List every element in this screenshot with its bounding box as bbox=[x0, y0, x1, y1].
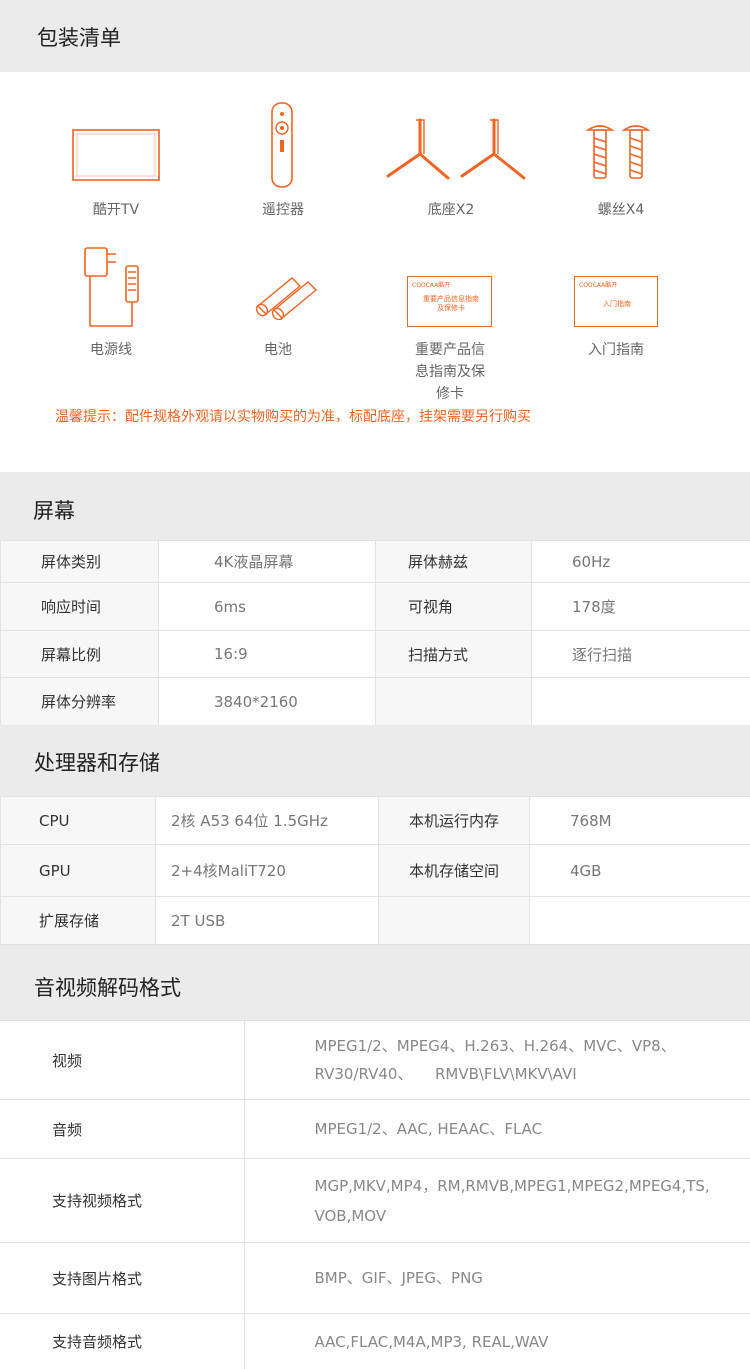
tv-item bbox=[41, 120, 191, 184]
table-row: 视频 MPEG1/2、MPEG4、H.263、H.264、MVC、VP8、 RV… bbox=[0, 1020, 750, 1100]
spec-value: 3840*2160 bbox=[158, 677, 376, 726]
av-key: 支持图片格式 bbox=[0, 1242, 245, 1314]
av-section-title: 音视频解码格式 bbox=[34, 976, 181, 1000]
battery-icon bbox=[255, 277, 318, 320]
spec-key: GPU bbox=[0, 844, 156, 897]
spec-value: 4GB bbox=[529, 844, 750, 897]
info-card: COOCAA酷开 重要产品信息指南及保修卡 bbox=[407, 276, 492, 327]
package-section-title: 包装清单 bbox=[37, 26, 121, 50]
table-row: 屏幕比例 16:9 扫描方式 逐行扫描 bbox=[0, 630, 750, 678]
screen-section-header: 屏幕 bbox=[0, 472, 750, 540]
spec-key: 扩展存储 bbox=[0, 896, 156, 945]
power-cord-item bbox=[40, 244, 190, 332]
spec-value: 4K液晶屏幕 bbox=[158, 540, 376, 583]
spec-key: 可视角 bbox=[375, 582, 532, 631]
spec-value: 2T USB bbox=[155, 896, 379, 945]
spec-key: CPU bbox=[0, 796, 156, 845]
info-card-label: 重要产品信息指南及保修卡 bbox=[415, 342, 485, 402]
table-row: 响应时间 6ms 可视角 178度 bbox=[0, 582, 750, 631]
av-value-line: MPEG1/2、MPEG4、H.263、H.264、MVC、VP8、 bbox=[314, 1037, 676, 1055]
av-value-line: RV30/RV40、 RMVB\FLV\MKV\AVI bbox=[314, 1065, 577, 1083]
table-row: 支持图片格式 BMP、GIF、JPEG、PNG bbox=[0, 1242, 750, 1314]
processor-section-header: 处理器和存储 bbox=[0, 725, 750, 796]
battery-label: 电池 bbox=[264, 342, 292, 358]
av-key: 支持视频格式 bbox=[0, 1158, 245, 1243]
tv-label: 酷开TV bbox=[92, 202, 140, 218]
av-value-line: AAC,FLAC,M4A,MP3, REAL,WAV bbox=[314, 1332, 549, 1351]
spec-value: 16:9 bbox=[158, 630, 376, 678]
package-section-header: 包装清单 bbox=[0, 0, 750, 72]
table-row: 支持音频格式 AAC,FLAC,M4A,MP3, REAL,WAV bbox=[0, 1313, 750, 1369]
remote-label: 遥控器 bbox=[262, 202, 304, 218]
spec-value: 768M bbox=[529, 796, 750, 845]
av-value: MGP,MKV,MP4，RM,RMVB,MPEG1,MPEG2,MPEG4,TS… bbox=[244, 1158, 750, 1243]
spec-value: 60Hz bbox=[531, 540, 750, 583]
av-value-line: BMP、GIF、JPEG、PNG bbox=[314, 1269, 483, 1287]
spec-key: 屏体分辨率 bbox=[0, 677, 159, 726]
info-card-brand: COOCAA酷开 bbox=[412, 282, 451, 289]
stand-item bbox=[382, 116, 532, 186]
av-value: BMP、GIF、JPEG、PNG bbox=[244, 1242, 750, 1314]
spec-value: 6ms bbox=[158, 582, 376, 631]
spec-value: 2核 A53 64位 1.5GHz bbox=[155, 796, 379, 845]
spec-key bbox=[375, 677, 532, 726]
processor-spec-table: CPU 2核 A53 64位 1.5GHz 本机运行内存 768M GPU 2+… bbox=[0, 796, 750, 945]
av-value-line: MGP,MKV,MP4，RM,RMVB,MPEG1,MPEG2,MPEG4,TS… bbox=[314, 1176, 710, 1195]
av-value-line: MPEG1/2、AAC, HEAAC、FLAC bbox=[314, 1120, 543, 1138]
table-row: CPU 2核 A53 64位 1.5GHz 本机运行内存 768M bbox=[0, 796, 750, 845]
spec-key: 屏体类别 bbox=[0, 540, 159, 583]
av-value-line: VOB,MOV bbox=[314, 1206, 387, 1225]
table-row: 扩展存储 2T USB bbox=[0, 896, 750, 945]
av-value: MPEG1/2、AAC, HEAAC、FLAC bbox=[244, 1099, 750, 1159]
table-row: 屏体类别 4K液晶屏幕 屏体赫兹 60Hz bbox=[0, 540, 750, 583]
spec-value bbox=[529, 896, 750, 945]
screen-spec-table: 屏体类别 4K液晶屏幕 屏体赫兹 60Hz 响应时间 6ms 可视角 178度 … bbox=[0, 540, 750, 726]
info-card-text: 重要产品信息指南及保修卡 bbox=[423, 295, 479, 312]
table-row: 支持视频格式 MGP,MKV,MP4，RM,RMVB,MPEG1,MPEG2,M… bbox=[0, 1158, 750, 1243]
screen-section-title: 屏幕 bbox=[33, 499, 75, 523]
av-section-header: 音视频解码格式 bbox=[0, 945, 750, 1020]
spec-value: 178度 bbox=[531, 582, 750, 631]
stand-icon bbox=[386, 118, 526, 180]
av-key: 视频 bbox=[0, 1020, 245, 1100]
av-value: MPEG1/2、MPEG4、H.263、H.264、MVC、VP8、 RV30/… bbox=[244, 1020, 750, 1100]
remote-item bbox=[207, 100, 357, 190]
av-key: 支持音频格式 bbox=[0, 1313, 245, 1369]
power-cord-label: 电源线 bbox=[90, 342, 132, 358]
guide-card-brand: COOCAA酷开 bbox=[579, 282, 618, 289]
package-tip: 温馨提示：配件规格外观请以实物购买的为准，标配底座，挂架需要另行购买 bbox=[55, 409, 531, 425]
screw-item bbox=[544, 122, 694, 184]
spec-value: 2+4核MaliT720 bbox=[155, 844, 379, 897]
processor-section-title: 处理器和存储 bbox=[34, 751, 160, 775]
tv-icon bbox=[72, 129, 160, 181]
stand-label: 底座X2 bbox=[427, 202, 475, 218]
spec-value: 逐行扫描 bbox=[531, 630, 750, 678]
power-cord-icon bbox=[84, 247, 139, 327]
av-key: 音频 bbox=[0, 1099, 245, 1159]
screw-icon bbox=[585, 125, 651, 179]
guide-card: COOCAA酷开 入门指南 bbox=[574, 276, 658, 327]
spec-key: 屏幕比例 bbox=[0, 630, 159, 678]
spec-key: 屏体赫兹 bbox=[375, 540, 532, 583]
av-format-table: 视频 MPEG1/2、MPEG4、H.263、H.264、MVC、VP8、 RV… bbox=[0, 1020, 750, 1369]
guide-card-text: 入门指南 bbox=[603, 300, 631, 308]
spec-key: 本机运行内存 bbox=[378, 796, 530, 845]
spec-key: 扫描方式 bbox=[375, 630, 532, 678]
table-row: GPU 2+4核MaliT720 本机存储空间 4GB bbox=[0, 844, 750, 897]
spec-key: 响应时间 bbox=[0, 582, 159, 631]
guide-card-label: 入门指南 bbox=[588, 342, 644, 358]
spec-key bbox=[378, 896, 530, 945]
spec-value bbox=[531, 677, 750, 726]
spec-key: 本机存储空间 bbox=[378, 844, 530, 897]
screw-label: 螺丝X4 bbox=[597, 202, 645, 218]
remote-icon bbox=[271, 102, 293, 188]
table-row: 屏体分辨率 3840*2160 bbox=[0, 677, 750, 726]
battery-item bbox=[213, 270, 363, 320]
table-row: 音频 MPEG1/2、AAC, HEAAC、FLAC bbox=[0, 1099, 750, 1159]
av-value: AAC,FLAC,M4A,MP3, REAL,WAV bbox=[244, 1313, 750, 1369]
